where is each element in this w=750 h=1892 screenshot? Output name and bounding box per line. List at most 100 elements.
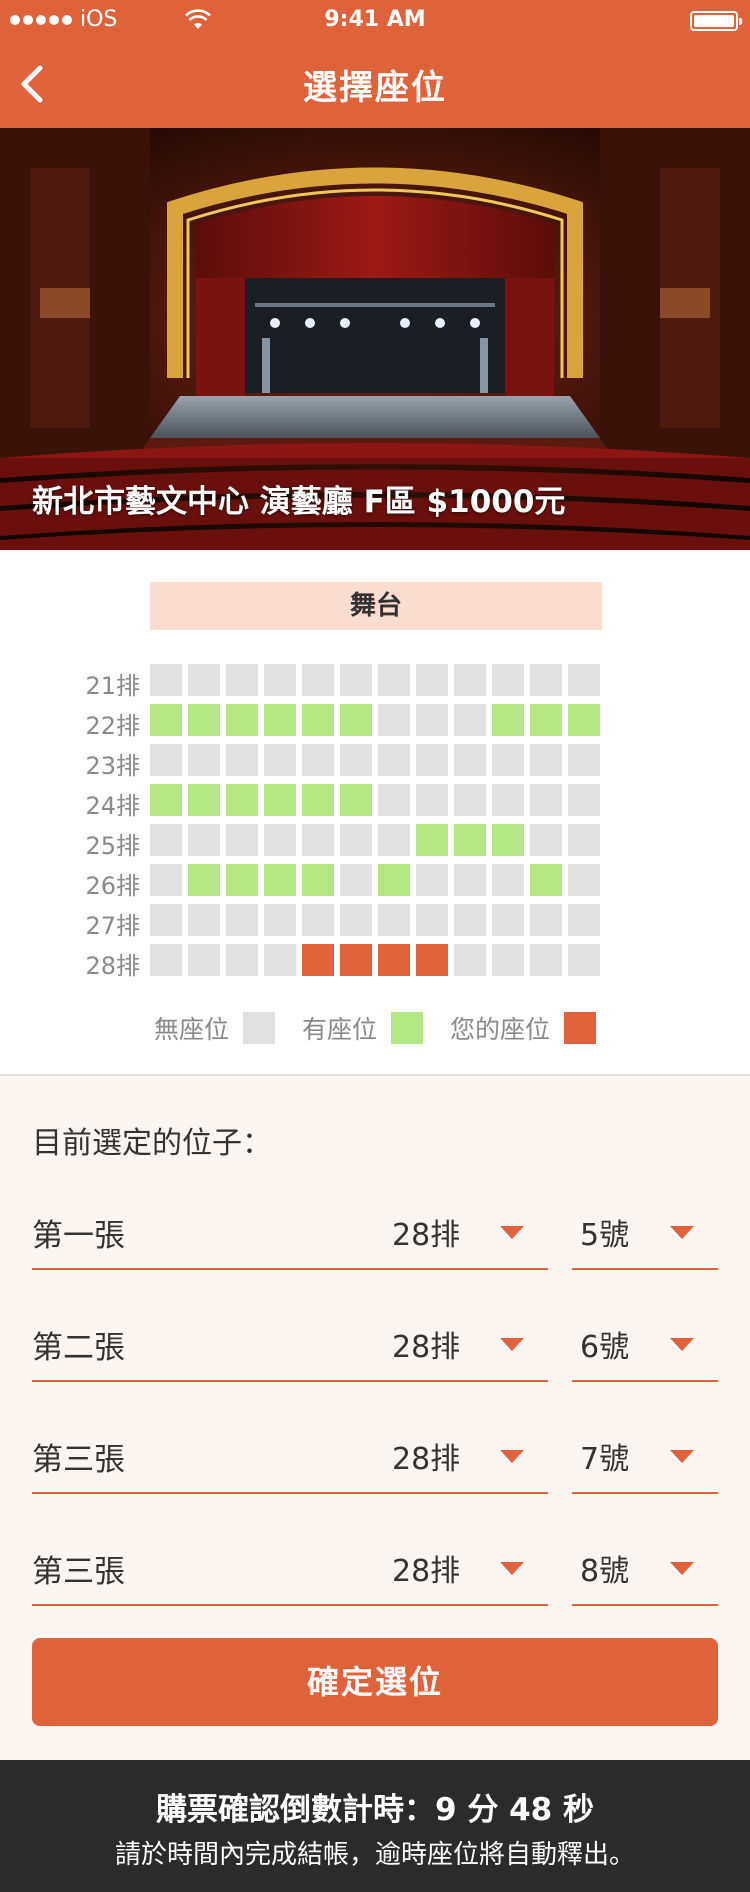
seat-available[interactable] — [264, 784, 296, 816]
seat-available[interactable] — [378, 864, 410, 896]
seat-available[interactable] — [302, 704, 334, 736]
seat-row-label: 26排 — [85, 872, 140, 900]
legend-mine-swatch — [564, 1012, 597, 1044]
seat-unavailable — [378, 704, 410, 736]
legend-available: 有座位 — [302, 1010, 424, 1046]
row-value: 28排 — [392, 1330, 461, 1365]
seat-row: 25排 — [0, 824, 750, 860]
row-dropdown[interactable]: 第三張 28排 — [32, 1414, 548, 1494]
seat-available[interactable] — [340, 704, 372, 736]
seat-available[interactable] — [416, 824, 448, 856]
seat-unavailable — [188, 944, 220, 976]
seat-selected[interactable] — [340, 944, 372, 976]
status-time: 9:41 AM — [324, 7, 426, 32]
row-value: 28排 — [392, 1218, 461, 1253]
seat-selected[interactable] — [302, 944, 334, 976]
seat-unavailable — [454, 664, 486, 696]
seat-unavailable — [416, 704, 448, 736]
seat-row-label: 28排 — [85, 952, 140, 980]
seat-unavailable — [530, 824, 562, 856]
seat-unavailable — [530, 784, 562, 816]
seat-unavailable — [302, 664, 334, 696]
seat-unavailable — [302, 744, 334, 776]
seat-available[interactable] — [302, 864, 334, 896]
seat-row-label: 25排 — [85, 832, 140, 860]
seat-available[interactable] — [454, 824, 486, 856]
seat-unavailable — [568, 904, 600, 936]
seat-unavailable — [492, 904, 524, 936]
seat-unavailable — [150, 864, 182, 896]
seat-selected[interactable] — [378, 944, 410, 976]
seat-unavailable — [492, 744, 524, 776]
seat-unavailable — [264, 904, 296, 936]
legend-available-swatch — [391, 1012, 424, 1044]
seat-unavailable — [378, 664, 410, 696]
seat-unavailable — [226, 904, 258, 936]
seat-unavailable — [150, 904, 182, 936]
seat-available[interactable] — [530, 864, 562, 896]
ticket-label: 第二張 — [32, 1330, 125, 1366]
seat-number-dropdown[interactable]: 6號 — [572, 1302, 718, 1382]
seat-row: 22排 — [0, 704, 750, 740]
seat-unavailable — [416, 664, 448, 696]
seat-unavailable — [302, 904, 334, 936]
seat-available[interactable] — [530, 704, 562, 736]
seat-row: 26排 — [0, 864, 750, 900]
seat-available[interactable] — [150, 784, 182, 816]
seat-row-label: 21排 — [85, 672, 140, 700]
seat-unavailable — [416, 744, 448, 776]
legend-unavailable: 無座位 — [154, 1010, 276, 1046]
chevron-down-icon — [670, 1226, 694, 1239]
row-dropdown[interactable]: 第三張 28排 — [32, 1526, 548, 1606]
seat-row: 24排 — [0, 784, 750, 820]
seat-unavailable — [492, 944, 524, 976]
seat-unavailable — [150, 824, 182, 856]
ticket-row: 第三張 28排 7號 — [0, 1414, 750, 1494]
seat-available[interactable] — [492, 824, 524, 856]
legend-mine-label: 您的座位 — [450, 1015, 551, 1044]
chevron-down-icon — [670, 1562, 694, 1575]
seat-number-dropdown[interactable]: 8號 — [572, 1526, 718, 1606]
seat-available[interactable] — [226, 864, 258, 896]
ticket-label: 第三張 — [32, 1442, 125, 1478]
seat-unavailable — [378, 824, 410, 856]
seat-available[interactable] — [188, 704, 220, 736]
seat-unavailable — [568, 824, 600, 856]
seat-unavailable — [416, 784, 448, 816]
seat-available[interactable] — [188, 784, 220, 816]
row-value: 28排 — [392, 1442, 461, 1477]
seat-number-dropdown[interactable]: 7號 — [572, 1414, 718, 1494]
seat-unavailable — [454, 784, 486, 816]
seat-available[interactable] — [492, 704, 524, 736]
seat-available[interactable] — [568, 704, 600, 736]
seat-unavailable — [340, 904, 372, 936]
seat-available[interactable] — [264, 864, 296, 896]
seat-unavailable — [530, 664, 562, 696]
seat-available[interactable] — [264, 704, 296, 736]
row-dropdown[interactable]: 第二張 28排 — [32, 1302, 548, 1382]
seat-unavailable — [226, 664, 258, 696]
seat-unavailable — [378, 784, 410, 816]
seat-unavailable — [264, 944, 296, 976]
confirm-seat-button[interactable]: 確定選位 — [32, 1638, 718, 1726]
seat-unavailable — [264, 744, 296, 776]
seat-number-dropdown[interactable]: 5號 — [572, 1190, 718, 1270]
seat-available[interactable] — [188, 864, 220, 896]
seat-unavailable — [454, 744, 486, 776]
seat-row-label: 27排 — [85, 912, 140, 940]
seat-unavailable — [454, 704, 486, 736]
seat-unavailable — [492, 664, 524, 696]
seat-row: 27排 — [0, 904, 750, 940]
seat-selected[interactable] — [416, 944, 448, 976]
venue-caption: 新北市藝文中心 演藝廳 F區 $1000元 — [32, 484, 566, 520]
row-dropdown[interactable]: 第一張 28排 — [32, 1190, 548, 1270]
seat-available[interactable] — [226, 704, 258, 736]
seat-unavailable — [226, 944, 258, 976]
seat-available[interactable] — [302, 784, 334, 816]
seat-unavailable — [150, 664, 182, 696]
seat-available[interactable] — [340, 784, 372, 816]
countdown-text: 購票確認倒數計時：9 分 48 秒 — [155, 1792, 595, 1828]
seat-unavailable — [568, 664, 600, 696]
seat-available[interactable] — [150, 704, 182, 736]
seat-available[interactable] — [226, 784, 258, 816]
